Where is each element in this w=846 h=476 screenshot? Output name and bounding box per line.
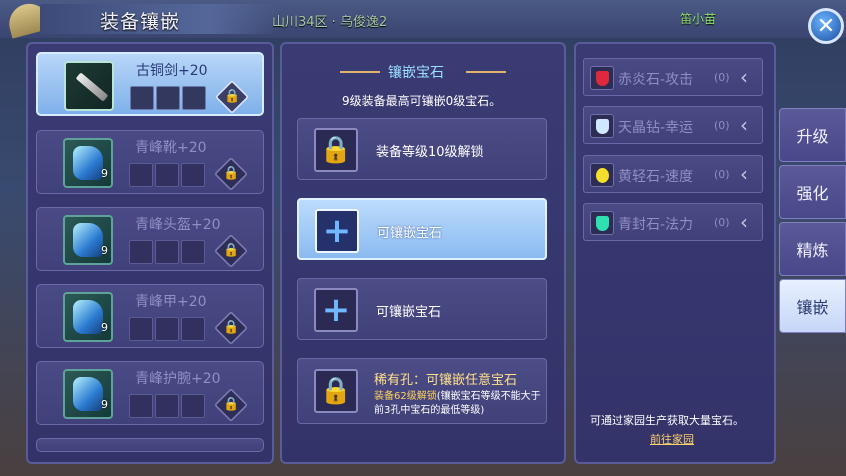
equipment-item[interactable]: 9 青峰靴+20 🔒 <box>36 130 264 194</box>
gem-slot-empty <box>129 240 153 264</box>
gem-slot-empty <box>181 394 205 418</box>
red-gem-icon <box>590 66 614 90</box>
gem-source-note: 可通过家园生产获取大量宝石。 <box>590 414 744 427</box>
rare-gem-socket[interactable]: 🔒 稀有孔：可镶嵌任意宝石 装备62级解锁(镶嵌宝石等级不能大于前3孔中宝石的最… <box>297 358 547 424</box>
tab-refine[interactable]: 精炼 <box>779 222 846 276</box>
item-name: 青峰甲+20 <box>135 294 207 310</box>
gem-count: (0) <box>714 216 730 229</box>
gem-slot-empty <box>156 86 180 110</box>
server-info: 山川34区 · 乌俊逸2 <box>272 15 388 30</box>
lock-icon: 🔒 <box>223 320 240 335</box>
player-name: 笛小苗 <box>680 12 717 26</box>
gem-slot-empty <box>155 240 179 264</box>
gem-slot-empty <box>181 163 205 187</box>
title-ornament <box>466 71 506 73</box>
gem-name: 天晶钻-幸运 <box>618 120 694 136</box>
gem-socket[interactable]: + 可镶嵌宝石 <box>297 278 547 340</box>
go-home-link[interactable]: 前往家园 <box>650 431 694 447</box>
item-name: 青峰头盔+20 <box>135 217 221 233</box>
rare-socket-title: 稀有孔：可镶嵌任意宝石 <box>374 373 518 388</box>
gem-name: 赤炎石-攻击 <box>618 72 694 88</box>
bracer-icon <box>63 369 113 419</box>
header-bar: 装备镶嵌 山川34区 · 乌俊逸2 笛小苗 <box>0 0 846 39</box>
armor-icon <box>63 292 113 342</box>
chevron-left-icon: ‹ <box>740 113 748 137</box>
item-level: 9 <box>101 398 108 411</box>
item-name: 青峰护腕+20 <box>135 371 221 387</box>
lock-icon: 🔒 <box>314 369 358 413</box>
lock-icon: 🔒 <box>223 397 240 412</box>
lock-icon: 🔒 <box>314 128 358 172</box>
gem-slot-empty <box>181 317 205 341</box>
tab-upgrade[interactable]: 升级 <box>779 108 846 162</box>
lock-icon: 🔒 <box>224 89 241 104</box>
title-ornament <box>340 71 380 73</box>
gem-slot-empty <box>130 86 154 110</box>
tab-enhance[interactable]: 强化 <box>779 165 846 219</box>
gem-slot-empty <box>129 163 153 187</box>
chevron-left-icon: ‹ <box>740 65 748 89</box>
sword-icon <box>64 61 114 111</box>
gem-name: 青封石-法力 <box>618 217 694 233</box>
gem-slot-empty <box>155 394 179 418</box>
boots-icon <box>63 138 113 188</box>
gem-count: (0) <box>714 119 730 132</box>
equipment-item[interactable]: 9 青峰甲+20 🔒 <box>36 284 264 348</box>
close-button[interactable]: ✕ <box>808 8 844 44</box>
gem-row[interactable]: 赤炎石-攻击 (0) ‹ <box>583 58 763 96</box>
close-icon: ✕ <box>816 13 836 39</box>
gem-slot-empty <box>155 317 179 341</box>
gem-slot-empty <box>181 240 205 264</box>
gem-slot-empty <box>129 394 153 418</box>
equipment-item[interactable]: 9 青峰头盔+20 🔒 <box>36 207 264 271</box>
gem-row[interactable]: 黄轻石-速度 (0) ‹ <box>583 155 763 193</box>
rare-socket-requirement: 装备62级解锁(镶嵌宝石等级不能大于前3孔中宝石的最低等级) <box>374 390 544 418</box>
gem-socket[interactable]: + 可镶嵌宝石 <box>297 198 547 260</box>
socket-label: 装备等级10级解锁 <box>376 145 484 160</box>
gem-socket-locked[interactable]: 🔒 装备等级10级解锁 <box>297 118 547 180</box>
lock-icon: 🔒 <box>223 243 240 258</box>
gem-row[interactable]: 青封石-法力 (0) ‹ <box>583 203 763 241</box>
item-name: 古铜剑+20 <box>136 63 208 79</box>
equipment-item[interactable]: 9 青峰护腕+20 🔒 <box>36 361 264 425</box>
item-name: 青峰靴+20 <box>135 140 207 156</box>
crystal-gem-icon <box>590 114 614 138</box>
socket-label: 可镶嵌宝石 <box>376 305 442 320</box>
helmet-icon <box>63 215 113 265</box>
cyan-gem-icon <box>590 211 614 235</box>
equipment-item[interactable]: 古铜剑+20 🔒 <box>36 52 264 116</box>
gem-count: (0) <box>714 71 730 84</box>
item-level: 9 <box>101 244 108 257</box>
socket-label: 可镶嵌宝石 <box>377 226 443 241</box>
tab-inlay[interactable]: 镶嵌 <box>779 279 846 333</box>
lock-icon: 🔒 <box>223 166 240 181</box>
rare-socket-req-level: 装备62级解锁 <box>374 391 437 402</box>
gem-name: 黄轻石-速度 <box>618 169 694 185</box>
yellow-gem-icon <box>590 163 614 187</box>
gem-slot-empty <box>155 163 179 187</box>
gem-slot-empty <box>182 86 206 110</box>
gem-count: (0) <box>714 168 730 181</box>
inlay-title: 镶嵌宝石 <box>388 65 444 81</box>
item-level: 9 <box>101 321 108 334</box>
plus-icon: + <box>314 288 358 332</box>
chevron-left-icon: ‹ <box>740 162 748 186</box>
equipment-item-partial[interactable] <box>36 438 264 452</box>
chevron-left-icon: ‹ <box>740 210 748 234</box>
plus-icon: + <box>315 209 359 253</box>
gem-row[interactable]: 天晶钻-幸运 (0) ‹ <box>583 106 763 144</box>
inlay-subtitle: 9级装备最高可镶嵌0级宝石。 <box>342 94 502 108</box>
item-level: 9 <box>101 167 108 180</box>
gem-slot-empty <box>129 317 153 341</box>
page-title: 装备镶嵌 <box>100 11 181 33</box>
